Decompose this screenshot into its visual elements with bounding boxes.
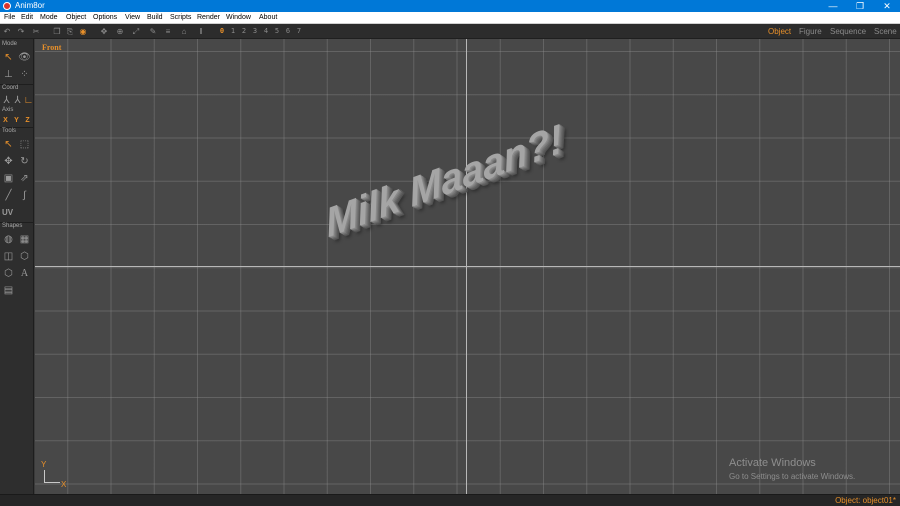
- title-bar: Anim8or — ❐ ✕: [0, 0, 900, 12]
- section-axis-label: Axis: [2, 107, 14, 113]
- menu-options[interactable]: Options: [93, 12, 117, 24]
- menu-mode[interactable]: Mode: [40, 12, 58, 24]
- tab-figure[interactable]: Figure: [799, 26, 822, 37]
- sphere-shape-icon[interactable]: ◍: [2, 233, 15, 246]
- activation-watermark-title: Activate Windows: [729, 457, 816, 469]
- curve-tool-icon[interactable]: ∫: [18, 189, 31, 202]
- pen-icon[interactable]: ✎: [148, 26, 158, 37]
- select-mode-icon[interactable]: ↖: [2, 51, 15, 64]
- drag-select-icon[interactable]: ⬚: [18, 138, 31, 151]
- undo-icon[interactable]: ↶: [2, 26, 12, 37]
- scale-tool-icon[interactable]: ▣: [2, 172, 15, 185]
- frame-5[interactable]: 5: [273, 26, 281, 37]
- cut-icon[interactable]: ✂: [31, 26, 41, 37]
- status-object-label: Object: object01*: [835, 496, 896, 505]
- geosphere-shape-icon[interactable]: ⬡: [18, 250, 31, 263]
- menu-edit[interactable]: Edit: [21, 12, 33, 24]
- section-shapes-label: Shapes: [2, 223, 23, 229]
- fit-view-icon[interactable]: ⤢: [131, 26, 141, 37]
- app-icon: [3, 2, 11, 10]
- menu-render[interactable]: Render: [197, 12, 220, 24]
- frame-4[interactable]: 4: [262, 26, 270, 37]
- split-view-icon[interactable]: ‖: [196, 26, 206, 37]
- close-button[interactable]: ✕: [876, 0, 898, 12]
- axis-gizmo-y-label: Y: [41, 460, 47, 469]
- axis-x-toggle[interactable]: X: [1, 116, 10, 125]
- redo-icon[interactable]: ↷: [16, 26, 26, 37]
- maximize-button[interactable]: ❐: [849, 0, 871, 12]
- tool-panel: Mode ↖ 👁 ⊥ ⁘ Coord ⅄ ⅄ ∟ Axis X Y Z Tool…: [0, 39, 34, 494]
- frame-3[interactable]: 3: [251, 26, 259, 37]
- frame-7[interactable]: 7: [295, 26, 303, 37]
- tab-object[interactable]: Object: [768, 26, 791, 37]
- viewport[interactable]: Front Milk Maaan?! Y X Activate Windows …: [35, 39, 900, 494]
- non-uniform-scale-icon[interactable]: ⇗: [18, 172, 31, 185]
- tab-sequence[interactable]: Sequence: [830, 26, 866, 37]
- horizontal-axis-line: [35, 266, 900, 267]
- frame-0[interactable]: 0: [218, 26, 226, 37]
- frame-6[interactable]: 6: [284, 26, 292, 37]
- text-shape-icon[interactable]: A: [18, 267, 31, 280]
- gizmo-y-line: [44, 470, 45, 482]
- grid-toggle-icon[interactable]: ✥: [99, 26, 109, 37]
- layers-icon[interactable]: ≡: [163, 26, 173, 37]
- points-mode-icon[interactable]: ⁘: [18, 68, 31, 81]
- menu-file[interactable]: File: [4, 12, 15, 24]
- paste-icon[interactable]: ⎘: [65, 26, 75, 37]
- lock-icon[interactable]: ⌂: [179, 26, 189, 37]
- line-tool-icon[interactable]: ╱: [2, 189, 15, 202]
- axis-mode-icon[interactable]: ⊥: [2, 68, 15, 81]
- toolbar: ↶ ↷ ✂ ❐ ⎘ ◉ ✥ ⊕ ⤢ ✎ ≡ ⌂ ‖ 0 1 2 3 4 5 6 …: [0, 24, 900, 39]
- arrow-tool-icon[interactable]: ↖: [2, 138, 15, 151]
- copy-icon[interactable]: ❐: [52, 26, 62, 37]
- mesh-shape-icon[interactable]: ▦: [18, 233, 31, 246]
- arcrotate-icon[interactable]: ⊕: [115, 26, 125, 37]
- grid-shape-icon[interactable]: ▤: [2, 284, 15, 297]
- move-tool-icon[interactable]: ✥: [2, 155, 15, 168]
- axis-y-toggle[interactable]: Y: [12, 116, 21, 125]
- menu-view[interactable]: View: [125, 12, 140, 24]
- object-coord-icon[interactable]: ∟: [22, 94, 35, 107]
- 3d-text-object[interactable]: Milk Maaan?!: [323, 116, 565, 247]
- menu-bar: File Edit Mode Object Options View Build…: [0, 12, 900, 24]
- menu-about[interactable]: About: [259, 12, 277, 24]
- axis-z-toggle[interactable]: Z: [23, 116, 32, 125]
- status-bar: Object: object01*: [0, 494, 900, 506]
- sphere-toggle-icon[interactable]: ◉: [78, 26, 88, 37]
- section-tools-label: Tools: [2, 128, 17, 134]
- view-label[interactable]: Front: [42, 43, 61, 52]
- window-title: Anim8or: [15, 1, 45, 10]
- activation-watermark-subtitle: Go to Settings to activate Windows.: [729, 472, 856, 481]
- rotate-tool-icon[interactable]: ↻: [18, 155, 31, 168]
- cylinder-shape-icon[interactable]: ◫: [2, 250, 15, 263]
- section-coord-label: Coord: [2, 85, 19, 91]
- frame-1[interactable]: 1: [229, 26, 237, 37]
- polygon-shape-icon[interactable]: ⬡: [2, 267, 15, 280]
- menu-build[interactable]: Build: [147, 12, 163, 24]
- frame-2[interactable]: 2: [240, 26, 248, 37]
- menu-window[interactable]: Window: [226, 12, 251, 24]
- axis-gizmo-x-label: X: [61, 480, 67, 489]
- view-mode-icon[interactable]: 👁: [18, 51, 31, 64]
- uv-tool-icon[interactable]: UV: [1, 206, 14, 219]
- menu-scripts[interactable]: Scripts: [170, 12, 191, 24]
- menu-object[interactable]: Object: [66, 12, 86, 24]
- section-mode-label: Mode: [2, 41, 18, 47]
- gizmo-x-line: [44, 482, 60, 483]
- tab-scene[interactable]: Scene: [874, 26, 897, 37]
- minimize-button[interactable]: —: [822, 0, 844, 12]
